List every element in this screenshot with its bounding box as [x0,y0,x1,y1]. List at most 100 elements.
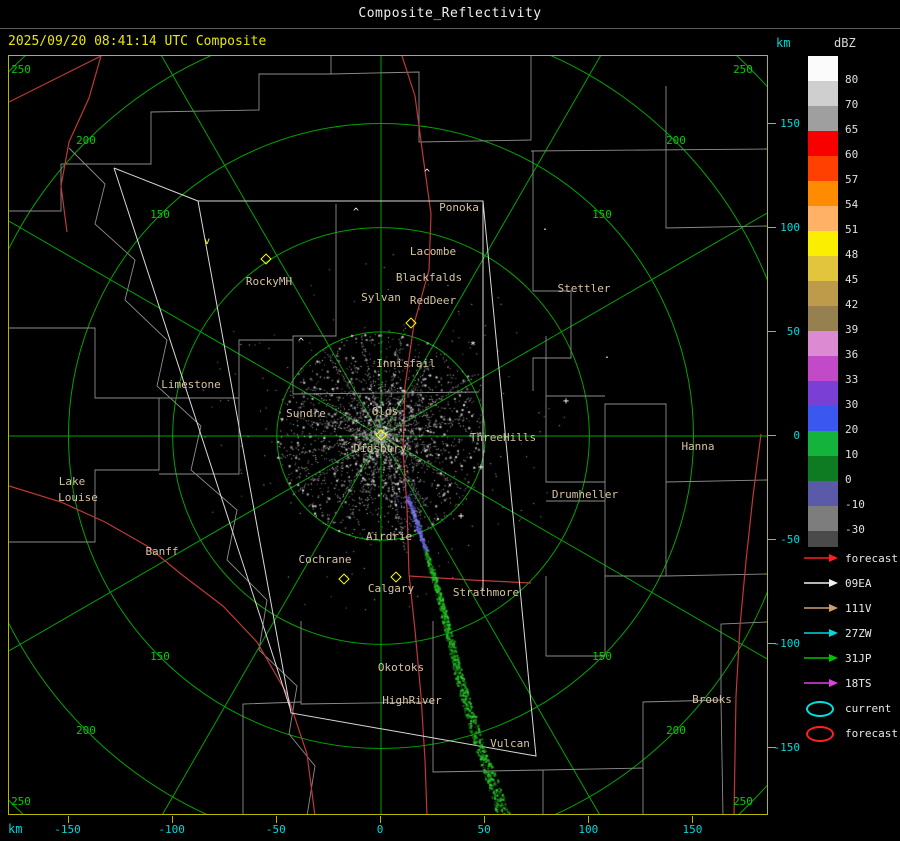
dbz-scale-label: 10 [845,448,859,461]
forecast-arrow-icon [804,554,838,562]
city-label-blackfalds: Blackfalds [395,271,463,284]
range-ring-label: 250 [11,795,31,808]
x-axis-tick [171,816,173,823]
dbz-scale-label: 54 [845,198,859,211]
legend-label: 09EA [845,577,872,590]
legend-item-27ZW: 27ZW [800,621,900,646]
map-point-marker: ^ [297,337,305,348]
dbz-swatch [808,431,838,456]
color-scale-panel: dBZ 80 70 65 60 57 54 51 48 45 42 39 36 33 30 20 10 0 -10… [800,0,900,841]
y-axis-tick-label: -100 [773,637,801,651]
dbz-scale-label: 20 [845,423,859,436]
dbz-scale-label: 51 [845,223,859,236]
map-point-marker: . [603,350,611,361]
range-ring-label: 200 [76,134,96,147]
legend-label: 31JP [845,652,872,665]
city-label-drumheller: Drumheller [551,488,619,501]
city-label-calgary: Calgary [367,582,415,595]
dbz-swatch [808,56,838,81]
dbz-swatch [808,281,838,306]
dbz-scale-label: 80 [845,73,859,86]
map-point-marker: + [457,511,465,522]
city-label-reddeer: RedDeer [409,294,457,307]
range-ring-label: 200 [666,134,686,147]
city-label-lacombe: Lacombe [409,245,457,258]
map-point-marker: ^ [423,168,431,179]
radar-map[interactable]: 150 150 150 150 200 200 200 200 250 250 250 250 Pono… [8,55,768,815]
range-ring-label: 250 [733,795,753,808]
legend-label: current [845,702,892,715]
city-label-brooks: Brooks [692,693,732,706]
dbz-scale-label: 0 [845,473,852,486]
dbz-swatch [808,156,838,181]
dbz-swatch [808,456,838,481]
radar-site-diamond-icon [375,429,387,441]
city-label-sylvan: Sylvan [361,291,401,304]
city-label-lake: Lake [58,475,86,488]
radar-site-diamond-icon [390,571,402,583]
y-axis-tick-label: -50 [780,533,800,547]
map-label-layer: 150 150 150 150 200 200 200 200 250 250 250 250 Pono… [9,56,767,814]
dbz-swatch [808,356,838,381]
range-ring-label: 150 [592,650,612,663]
111V-arrow-icon [804,604,838,612]
city-label-rockymh: RockyMH [245,275,293,288]
window-titlebar: Composite_Reflectivity [0,0,900,29]
range-ring-label: 250 [733,63,753,76]
datetime-label: 2025/09/20 08:41:14 UTC Composite [8,34,267,49]
dbz-scale-label: 33 [845,373,859,386]
legend-label: 111V [845,602,872,615]
range-ring-label: 150 [150,650,170,663]
dbz-scale-label: 60 [845,148,859,161]
x-axis-tick-label: -50 [265,823,286,836]
forecast-ellipse-icon [806,726,834,742]
x-axis-tick-label: -100 [158,823,185,836]
window-title: Composite_Reflectivity [358,6,542,21]
range-ring-label: 200 [76,724,96,737]
range-ring-label: 150 [150,208,170,221]
x-axis-tick [692,816,694,823]
x-axis-tick [380,816,381,823]
dbz-scale-label: -10 [845,498,865,511]
x-axis-tick-label: -150 [54,823,81,836]
range-ring-label: 250 [11,63,31,76]
legend-item-forecast: forecast [800,721,900,746]
dbz-scale-label: 36 [845,348,859,361]
dbz-swatch [808,481,838,506]
dbz-swatch [808,306,838,331]
map-point-marker: v [203,236,211,247]
18TS-arrow-icon [804,679,838,687]
dbz-scale-label: 42 [845,298,859,311]
map-point-marker: ^ [352,207,360,218]
dbz-swatch [808,256,838,281]
scale-title: dBZ [834,36,856,50]
city-label-ponoka: Ponoka [439,201,479,214]
city-label-cochrane: Cochrane [298,553,352,566]
31JP-arrow-icon [804,654,838,662]
legend-label: 18TS [845,677,872,690]
dbz-scale-label: 30 [845,398,859,411]
y-axis-tick-label: 150 [780,116,800,130]
x-axis-tick-label: 150 [682,823,703,836]
dbz-swatch [808,131,838,156]
y-axis-tick-label: -150 [773,741,801,755]
dbz-swatch [808,81,838,106]
legend-item-31JP: 31JP [800,646,900,671]
city-label-banff: Banff [145,545,179,558]
city-label-threehills: ThreeHills [469,431,537,444]
y-axis-tick-label: 100 [780,220,800,234]
dbz-swatch [808,206,838,231]
dbz-swatch [808,381,838,406]
x-axis-tick [484,816,486,823]
dbz-swatch [808,106,838,131]
dbz-swatch [808,231,838,256]
dbz-swatch [808,331,838,356]
legend-item-09EA: 09EA [800,571,900,596]
map-point-marker: . [541,222,549,233]
x-axis-tick [275,816,277,823]
x-axis-tick-label: 50 [477,823,491,836]
current-ellipse-icon [806,701,834,717]
city-label-stettler: Stettler [557,282,611,295]
city-label-okotoks: Okotoks [377,661,425,674]
city-label-highriver: HighRiver [382,694,442,707]
